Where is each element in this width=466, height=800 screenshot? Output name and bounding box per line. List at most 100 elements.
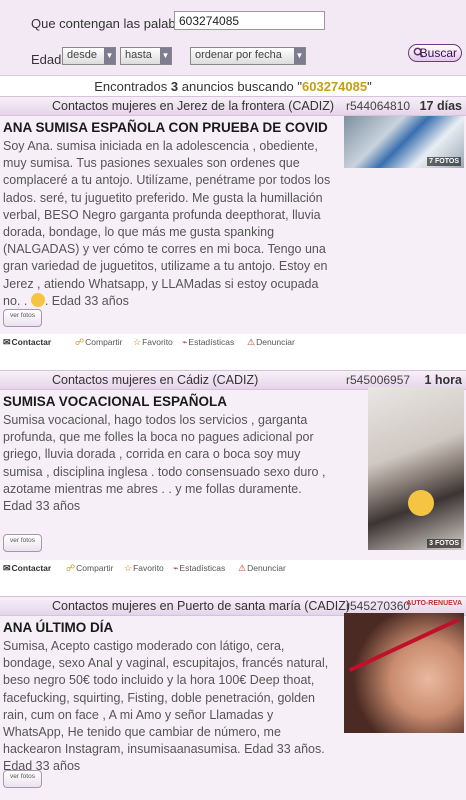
favorite-label: Favorito — [133, 563, 164, 573]
chevron-down-icon: ▼ — [294, 48, 305, 64]
ver-fotos-button[interactable]: ver fotos — [3, 534, 42, 552]
search-button-label: Buscar — [419, 46, 457, 60]
ad-text: Sumisa, Acepto castigo moderado con láti… — [3, 638, 328, 776]
results-suffix: " — [367, 79, 372, 94]
share-icon: ☍ — [66, 563, 76, 573]
envelope-icon: ✉ — [3, 563, 11, 573]
ad-actions: ✉Contactar ☍Compartir ☆Favorito ⌁Estadís… — [0, 560, 466, 580]
ad-text-line: hackearon Instagram, insumisaanasumisa. … — [3, 742, 325, 757]
results-prefix: Encontrados — [94, 79, 168, 94]
results-middle: anuncios buscando " — [181, 79, 303, 94]
results-summary: Encontrados 3 anuncios buscando "6032740… — [0, 79, 466, 94]
ver-fotos-button[interactable]: ver fotos — [3, 770, 42, 788]
ad-text-line: rain, cum on face , A mi Amo y señor Lla… — [3, 707, 274, 722]
contact-link[interactable]: ✉Contactar — [3, 563, 51, 574]
ad-card: Contactos mujeres en Cádiz (CADIZ) r5450… — [0, 370, 466, 580]
ad-ref: r545270360 — [346, 599, 411, 613]
ad-text-line: dorada, bondage, lo que más me gusta spa… — [3, 225, 275, 240]
contact-label: Contactar — [11, 563, 52, 573]
page: Que contengan las palabras 603274085 Eda… — [0, 0, 466, 800]
ad-photo[interactable]: 7 FOTOS — [344, 116, 464, 168]
photo-count: 3 FOTOS — [427, 539, 461, 548]
ad-text-line: gran variedad de juguetitos, utilizame a… — [3, 259, 328, 274]
chevron-down-icon: ▼ — [160, 48, 171, 64]
strap-shape — [348, 617, 460, 673]
ad-text-line: Edad 33 años — [3, 759, 81, 774]
words-input[interactable]: 603274085 — [174, 11, 325, 30]
order-select[interactable]: ordenar por fecha ▼ — [190, 47, 306, 65]
ad-age-text: Edad 33 años — [51, 293, 129, 308]
ad-actions: ✉Contactar ☍Compartir ☆Favorito ⌁Estadís… — [0, 334, 466, 354]
order-value: ordenar por fecha — [195, 49, 282, 61]
envelope-icon: ✉ — [3, 337, 11, 347]
ad-text-line: WhatsApp, He tenido que cambiar de númer… — [3, 725, 281, 740]
ad-text-line: muy sumisa. Tus pasiones sexuales son or… — [3, 156, 300, 171]
ad-text: Soy Ana. sumisa iniciada en la adolescen… — [3, 138, 330, 310]
stats-label: Estadísticas — [188, 337, 235, 347]
stats-icon: ⌁ — [182, 337, 188, 347]
ad-photo[interactable] — [344, 613, 464, 733]
favorite-label: Favorito — [142, 337, 173, 347]
stats-link[interactable]: ⌁Estadísticas — [173, 563, 225, 574]
share-label: Compartir — [85, 337, 123, 347]
ad-text-line: sumisa , disciplina inglesa . todo conse… — [3, 464, 326, 479]
search-button[interactable]: Buscar — [408, 44, 462, 62]
ad-location[interactable]: Contactos mujeres en Jerez de la fronter… — [52, 99, 334, 113]
results-query: 603274085 — [302, 79, 368, 94]
age-label: Edad — [31, 52, 62, 67]
ver-fotos-button[interactable]: ver fotos — [3, 309, 42, 327]
ad-text-line: Sumisa, Acepto castigo moderado con láti… — [3, 639, 285, 653]
age-to-value: hasta — [125, 49, 152, 61]
ad-text-line: verbal, BESO Negro garganta profunda dee… — [3, 207, 321, 222]
ad-body: SUMISA VOCACIONAL ESPAÑOLA Sumisa vocaci… — [0, 387, 466, 560]
ad-text-line: Sumisa vocacional, hago todos los servic… — [3, 413, 308, 427]
ad-card: Contactos mujeres en Jerez de la fronter… — [0, 96, 466, 354]
report-link[interactable]: ⚠Denunciar — [238, 563, 286, 574]
ad-title[interactable]: SUMISA VOCACIONAL ESPAÑOLA — [3, 394, 227, 409]
share-link[interactable]: ☍Compartir — [75, 337, 122, 348]
ad-text-line: bondage, sexo Anal y vaginal, escupitajo… — [3, 656, 329, 671]
share-link[interactable]: ☍Compartir — [66, 563, 113, 574]
ad-ref: r544064810 — [346, 99, 411, 113]
stats-label: Estadísticas — [179, 563, 226, 573]
stats-link[interactable]: ⌁Estadísticas — [182, 337, 234, 348]
ad-photo[interactable]: 3 FOTOS — [368, 387, 464, 550]
search-icon — [413, 47, 424, 58]
ad-title[interactable]: ANA ÚLTIMO DÍA — [3, 620, 113, 635]
ad-text-line: Soy Ana. sumisa iniciada en la adolescen… — [3, 139, 318, 153]
ad-text-line: no. . . Edad 33 años — [3, 292, 129, 308]
report-label: Denunciar — [247, 563, 286, 573]
ad-title[interactable]: ANA SUMISA ESPAÑOLA CON PRUEBA DE COVID — [3, 120, 328, 135]
star-icon: ☆ — [124, 563, 133, 573]
ad-location[interactable]: Contactos mujeres en Puerto de santa mar… — [52, 599, 350, 613]
ad-age: 17 días — [419, 99, 462, 113]
ad-text-line: profunda, que me folles la boca no pague… — [3, 430, 314, 445]
ad-age: 1 hora — [424, 373, 462, 387]
warning-icon: ⚠ — [238, 563, 247, 573]
ad-text-line: (NALGADAS) y ver cómo te corres en mi bo… — [3, 242, 326, 257]
stats-icon: ⌁ — [173, 563, 179, 573]
ad-body: ANA SUMISA ESPAÑOLA CON PRUEBA DE COVID … — [0, 116, 466, 334]
ad-location[interactable]: Contactos mujeres en Cádiz (CADIZ) — [52, 373, 258, 387]
warning-icon: ⚠ — [247, 337, 256, 347]
words-label: Que contengan las palabras — [31, 16, 194, 31]
ad-text-line: Jerez , atiendo Whatsapp, y LLAMadas si … — [3, 276, 319, 291]
emoji-icon — [408, 490, 434, 516]
chevron-down-icon: ▼ — [104, 48, 115, 64]
age-to-select[interactable]: hasta ▼ — [120, 47, 172, 65]
contact-link[interactable]: ✉Contactar — [3, 337, 51, 348]
star-icon: ☆ — [133, 337, 142, 347]
ad-text-line: lados. seré, tu juguetito preferido. Me … — [3, 190, 323, 205]
share-label: Compartir — [76, 563, 114, 573]
ad-text-line: griego, lluvia dorada , corrida en cara … — [3, 447, 301, 462]
ad-header[interactable]: Contactos mujeres en Jerez de la fronter… — [0, 96, 466, 116]
report-label: Denunciar — [256, 337, 295, 347]
report-link[interactable]: ⚠Denunciar — [247, 337, 295, 348]
results-count: 3 — [170, 79, 179, 94]
favorite-link[interactable]: ☆Favorito — [124, 563, 164, 574]
ad-card: Contactos mujeres en Puerto de santa mar… — [0, 596, 466, 800]
favorite-link[interactable]: ☆Favorito — [133, 337, 173, 348]
age-from-select[interactable]: desde ▼ — [62, 47, 116, 65]
search-panel: Que contengan las palabras 603274085 Eda… — [0, 0, 466, 76]
ad-text: Sumisa vocacional, hago todos los servic… — [3, 412, 325, 515]
